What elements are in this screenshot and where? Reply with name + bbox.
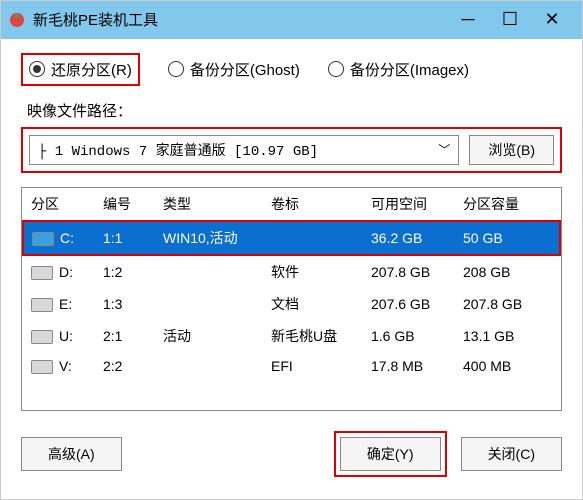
footer-buttons: 高级(A) 确定(Y) 关闭(C) [21,425,562,489]
partition-table: 分区 编号 类型 卷标 可用空间 分区容量 C: 1:1 WIN10,活动 3 [22,188,561,410]
disk-icon [31,266,53,280]
cell-capacity: 50 GB [455,221,560,255]
cell-drive: D: [59,264,73,280]
cell-type: 活动 [155,320,263,352]
cell-label: EFI [263,352,363,380]
cell-number: 1:2 [95,255,155,288]
cell-drive: E: [59,296,72,312]
disk-icon [31,298,53,312]
table-row[interactable]: C: 1:1 WIN10,活动 36.2 GB 50 GB [23,221,560,255]
cell-capacity: 400 MB [455,352,560,380]
cell-number: 2:1 [95,320,155,352]
cell-type [155,255,263,288]
radio-checked-icon [29,61,45,77]
cell-number: 1:1 [95,221,155,255]
maximize-button[interactable]: ☐ [498,8,522,32]
table-empty-space [23,380,560,410]
cell-type [155,352,263,380]
disk-icon [31,330,53,344]
cell-label: 新毛桃U盘 [263,320,363,352]
radio-unchecked-icon [328,61,344,77]
content-area: 还原分区(R) 备份分区(Ghost) 备份分区(Imagex) 映像文件路径：… [1,39,582,499]
cell-drive: U: [59,328,73,344]
col-label[interactable]: 卷标 [263,188,363,221]
restore-radio-label: 还原分区(R) [51,59,132,80]
image-select[interactable]: ├ 1 Windows 7 家庭普通版 [10.97 GB] ﹀ [29,135,459,165]
cell-free: 207.6 GB [363,288,455,320]
table-header-row: 分区 编号 类型 卷标 可用空间 分区容量 [23,188,560,221]
cell-label [263,221,363,255]
table-row[interactable]: E: 1:3 文档 207.6 GB 207.8 GB [23,288,560,320]
backup-imagex-radio[interactable]: 备份分区(Imagex) [328,59,469,80]
table-row[interactable]: V: 2:2 EFI 17.8 MB 400 MB [23,352,560,380]
cell-label: 文档 [263,288,363,320]
close-button[interactable]: 关闭(C) [461,437,562,471]
ok-highlight-box: 确定(Y) [334,431,447,477]
restore-highlight-box: 还原分区(R) [21,53,140,86]
backup-ghost-label: 备份分区(Ghost) [190,59,300,80]
col-type[interactable]: 类型 [155,188,263,221]
cell-capacity: 13.1 GB [455,320,560,352]
cell-label: 软件 [263,255,363,288]
mode-radio-group: 还原分区(R) 备份分区(Ghost) 备份分区(Imagex) [21,53,562,86]
minimize-button[interactable]: ─ [456,8,480,32]
backup-ghost-radio[interactable]: 备份分区(Ghost) [168,59,300,80]
cell-capacity: 208 GB [455,255,560,288]
cell-free: 36.2 GB [363,221,455,255]
cell-number: 1:3 [95,288,155,320]
restore-partition-radio[interactable]: 还原分区(R) [29,59,132,80]
table-body: C: 1:1 WIN10,活动 36.2 GB 50 GB D: 1:2 软件 … [23,221,560,410]
cell-free: 17.8 MB [363,352,455,380]
cell-drive: C: [60,230,74,246]
image-select-value: ├ 1 Windows 7 家庭普通版 [10.97 GB] [38,140,318,160]
cell-capacity: 207.8 GB [455,288,560,320]
cell-type: WIN10,活动 [155,221,263,255]
image-path-row: ├ 1 Windows 7 家庭普通版 [10.97 GB] ﹀ 浏览(B) [21,127,562,173]
cell-number: 2:2 [95,352,155,380]
backup-imagex-label: 备份分区(Imagex) [350,59,469,80]
partition-table-wrap: 分区 编号 类型 卷标 可用空间 分区容量 C: 1:1 WIN10,活动 3 [21,187,562,411]
cell-free: 207.8 GB [363,255,455,288]
window-title: 新毛桃PE装机工具 [33,9,456,30]
app-window: 新毛桃PE装机工具 ─ ☐ ✕ 还原分区(R) 备份分区(Ghost) 备份分区… [0,0,583,500]
browse-button[interactable]: 浏览(B) [469,135,554,165]
col-capacity[interactable]: 分区容量 [455,188,560,221]
disk-icon [32,232,54,246]
titlebar: 新毛桃PE装机工具 ─ ☐ ✕ [1,1,582,39]
close-window-button[interactable]: ✕ [540,8,564,32]
app-icon [9,12,25,28]
col-free[interactable]: 可用空间 [363,188,455,221]
col-drive[interactable]: 分区 [23,188,95,221]
disk-icon [31,360,53,374]
radio-unchecked-icon [168,61,184,77]
col-number[interactable]: 编号 [95,188,155,221]
chevron-down-icon: ﹀ [438,141,450,158]
table-row[interactable]: U: 2:1 活动 新毛桃U盘 1.6 GB 13.1 GB [23,320,560,352]
image-path-section: 映像文件路径： ├ 1 Windows 7 家庭普通版 [10.97 GB] ﹀… [21,100,562,173]
advanced-button[interactable]: 高级(A) [21,437,122,471]
ok-button[interactable]: 确定(Y) [340,437,441,471]
image-path-label: 映像文件路径： [27,100,562,121]
cell-drive: V: [59,358,72,374]
cell-type [155,288,263,320]
window-controls: ─ ☐ ✕ [456,8,564,32]
table-row[interactable]: D: 1:2 软件 207.8 GB 208 GB [23,255,560,288]
cell-free: 1.6 GB [363,320,455,352]
